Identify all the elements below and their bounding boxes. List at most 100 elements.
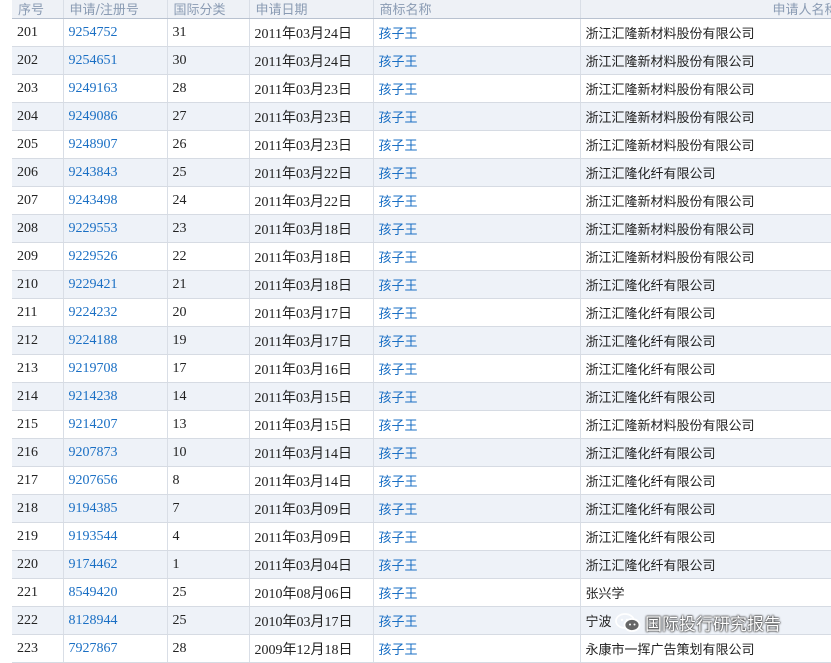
reg-number-link[interactable]: 9229553 — [63, 214, 168, 243]
trademark-name-link[interactable]: 孩子王 — [373, 298, 581, 327]
intl-class: 21 — [167, 270, 250, 299]
row-index: 208 — [12, 214, 64, 243]
reg-number-link[interactable]: 9219708 — [63, 354, 168, 383]
trademark-name-link[interactable]: 孩子王 — [373, 410, 581, 439]
trademark-name-link[interactable]: 孩子王 — [373, 214, 581, 243]
reg-number-link[interactable]: 9224232 — [63, 298, 168, 327]
table-row: 215 9214207 13 2011年03月15日 孩子王 浙江汇隆新材料股份有限公司 — [12, 410, 831, 439]
trademark-name-link[interactable]: 孩子王 — [373, 578, 581, 607]
applicant-name: 浙江汇隆新材料股份有限公司 — [580, 18, 831, 47]
apply-date: 2011年03月14日 — [249, 438, 374, 467]
reg-number-link[interactable]: 9243498 — [63, 186, 168, 215]
reg-number-link[interactable]: 9254651 — [63, 46, 168, 75]
applicant-name: 浙江汇隆新材料股份有限公司 — [580, 74, 831, 103]
applicant-name: 浙江汇隆新材料股份有限公司 — [580, 242, 831, 271]
reg-number-link[interactable]: 7927867 — [63, 634, 168, 663]
apply-date: 2011年03月17日 — [249, 298, 374, 327]
intl-class: 30 — [167, 46, 250, 75]
apply-date: 2011年03月15日 — [249, 410, 374, 439]
trademark-name-link[interactable]: 孩子王 — [373, 242, 581, 271]
intl-class: 26 — [167, 130, 250, 159]
reg-number-link[interactable]: 9229421 — [63, 270, 168, 299]
applicant-name: 浙江汇隆新材料股份有限公司 — [580, 410, 831, 439]
apply-date: 2011年03月23日 — [249, 102, 374, 131]
row-index: 201 — [12, 18, 64, 47]
applicant-name: 浙江汇隆化纤有限公司 — [580, 270, 831, 299]
intl-class: 10 — [167, 438, 250, 467]
trademark-name-link[interactable]: 孩子王 — [373, 46, 581, 75]
intl-class: 13 — [167, 410, 250, 439]
reg-number-link[interactable]: 9214238 — [63, 382, 168, 411]
applicant-name: 浙江汇隆化纤有限公司 — [580, 158, 831, 187]
trademark-name-link[interactable]: 孩子王 — [373, 606, 581, 635]
table-row: 219 9193544 4 2011年03月09日 孩子王 浙江汇隆化纤有限公司 — [12, 522, 831, 551]
trademark-name-link[interactable]: 孩子王 — [373, 18, 581, 47]
col-header-index[interactable]: 序号 — [12, 0, 64, 19]
reg-number-link[interactable]: 9249086 — [63, 102, 168, 131]
col-header-reg-number[interactable]: 申请/注册号 — [63, 0, 168, 19]
trademark-name-link[interactable]: 孩子王 — [373, 270, 581, 299]
intl-class: 1 — [167, 550, 250, 579]
apply-date: 2011年03月24日 — [249, 46, 374, 75]
reg-number-link[interactable]: 9207656 — [63, 466, 168, 495]
trademark-name-link[interactable]: 孩子王 — [373, 634, 581, 663]
trademark-name-link[interactable]: 孩子王 — [373, 326, 581, 355]
row-index: 217 — [12, 466, 64, 495]
reg-number-link[interactable]: 9224188 — [63, 326, 168, 355]
col-header-applicant[interactable]: 申请人名称 — [580, 0, 831, 19]
table-row: 216 9207873 10 2011年03月14日 孩子王 浙江汇隆化纤有限公司 — [12, 438, 831, 467]
trademark-name-link[interactable]: 孩子王 — [373, 186, 581, 215]
row-index: 212 — [12, 326, 64, 355]
apply-date: 2011年03月17日 — [249, 326, 374, 355]
table-row: 213 9219708 17 2011年03月16日 孩子王 浙江汇隆化纤有限公司 — [12, 354, 831, 383]
trademark-name-link[interactable]: 孩子王 — [373, 494, 581, 523]
trademark-name-link[interactable]: 孩子王 — [373, 438, 581, 467]
col-header-trademark-name[interactable]: 商标名称 — [373, 0, 581, 19]
apply-date: 2011年03月24日 — [249, 18, 374, 47]
trademark-name-link[interactable]: 孩子王 — [373, 130, 581, 159]
trademark-table: 序号 申请/注册号 国际分类 申请日期 商标名称 申请人名称 201 925475… — [12, 0, 831, 663]
reg-number-link[interactable]: 9229526 — [63, 242, 168, 271]
intl-class: 23 — [167, 214, 250, 243]
row-index: 216 — [12, 438, 64, 467]
row-index: 214 — [12, 382, 64, 411]
apply-date: 2011年03月15日 — [249, 382, 374, 411]
applicant-name: 浙江汇隆新材料股份有限公司 — [580, 46, 831, 75]
trademark-name-link[interactable]: 孩子王 — [373, 550, 581, 579]
row-index: 207 — [12, 186, 64, 215]
reg-number-link[interactable]: 8549420 — [63, 578, 168, 607]
table-header-row: 序号 申请/注册号 国际分类 申请日期 商标名称 申请人名称 — [12, 0, 831, 19]
trademark-name-link[interactable]: 孩子王 — [373, 354, 581, 383]
reg-number-link[interactable]: 9193544 — [63, 522, 168, 551]
row-index: 210 — [12, 270, 64, 299]
intl-class: 24 — [167, 186, 250, 215]
intl-class: 28 — [167, 634, 250, 663]
table-body: 201 9254752 31 2011年03月24日 孩子王 浙江汇隆新材料股份有限公司 2… — [12, 18, 831, 663]
intl-class: 27 — [167, 102, 250, 131]
applicant-name: 浙江汇隆化纤有限公司 — [580, 298, 831, 327]
apply-date: 2009年12月18日 — [249, 634, 374, 663]
trademark-name-link[interactable]: 孩子王 — [373, 382, 581, 411]
table-row: 204 9249086 27 2011年03月23日 孩子王 浙江汇隆新材料股份有限公司 — [12, 102, 831, 131]
apply-date: 2011年03月22日 — [249, 186, 374, 215]
reg-number-link[interactable]: 9194385 — [63, 494, 168, 523]
reg-number-link[interactable]: 9243843 — [63, 158, 168, 187]
reg-number-link[interactable]: 9207873 — [63, 438, 168, 467]
reg-number-link[interactable]: 9174462 — [63, 550, 168, 579]
trademark-name-link[interactable]: 孩子王 — [373, 158, 581, 187]
reg-number-link[interactable]: 9214207 — [63, 410, 168, 439]
trademark-name-link[interactable]: 孩子王 — [373, 522, 581, 551]
col-header-intl-class[interactable]: 国际分类 — [167, 0, 250, 19]
table-row: 221 8549420 25 2010年08月06日 孩子王 张兴学 — [12, 578, 831, 607]
reg-number-link[interactable]: 9249163 — [63, 74, 168, 103]
reg-number-link[interactable]: 8128944 — [63, 606, 168, 635]
col-header-apply-date[interactable]: 申请日期 — [249, 0, 374, 19]
trademark-name-link[interactable]: 孩子王 — [373, 466, 581, 495]
intl-class: 22 — [167, 242, 250, 271]
reg-number-link[interactable]: 9248907 — [63, 130, 168, 159]
reg-number-link[interactable]: 9254752 — [63, 18, 168, 47]
intl-class: 7 — [167, 494, 250, 523]
trademark-name-link[interactable]: 孩子王 — [373, 102, 581, 131]
apply-date: 2011年03月09日 — [249, 522, 374, 551]
trademark-name-link[interactable]: 孩子王 — [373, 74, 581, 103]
